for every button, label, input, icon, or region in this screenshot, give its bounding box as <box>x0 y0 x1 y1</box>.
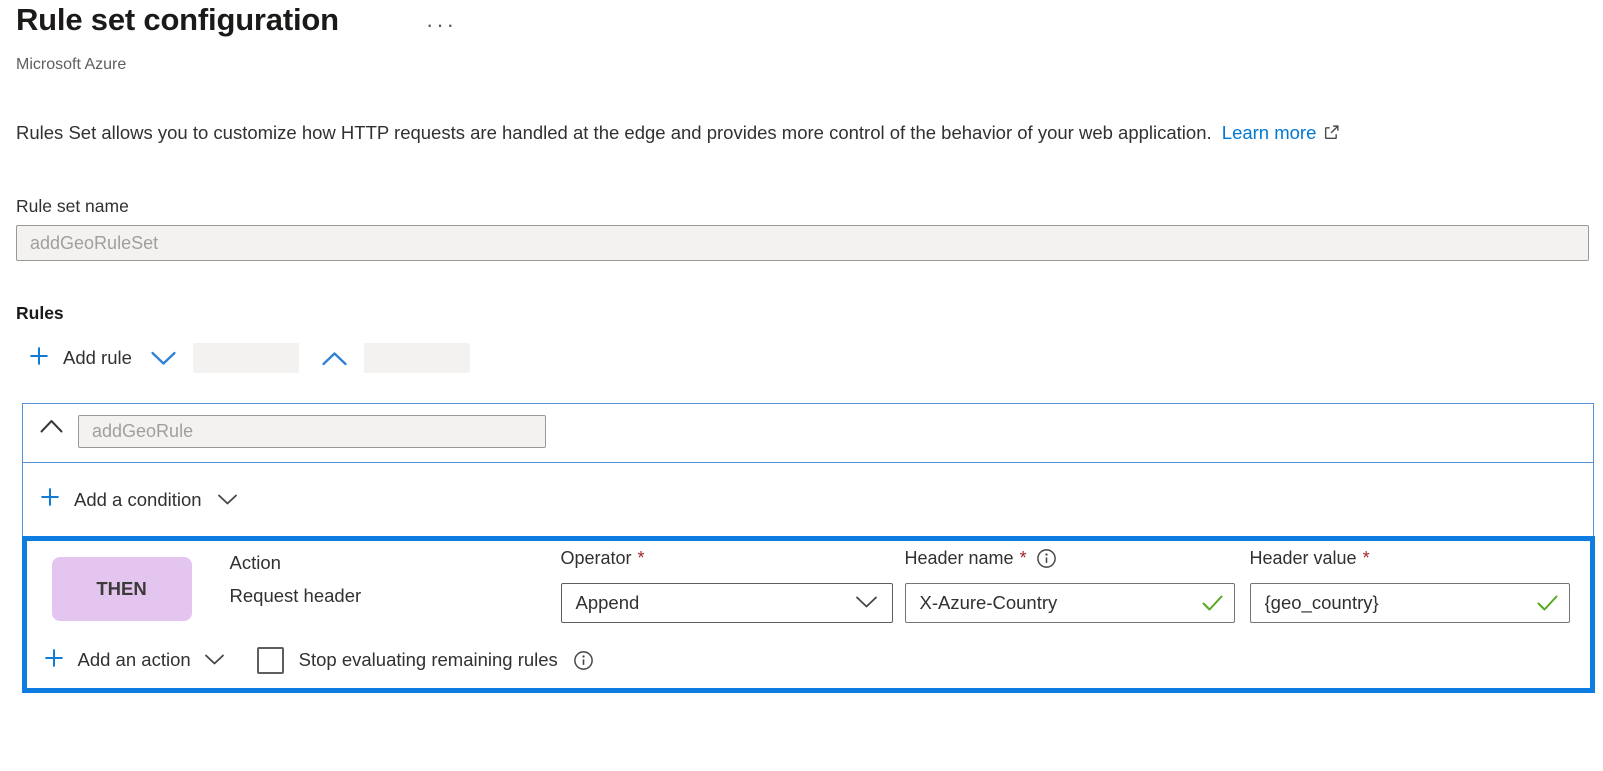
description-text: Rules Set allows you to customize how HT… <box>16 122 1340 146</box>
move-rule-down-placeholder <box>193 343 299 373</box>
rule-set-configuration-page: Rule set configuration ··· Microsoft Azu… <box>0 0 1603 771</box>
more-options-button[interactable]: ··· <box>418 10 465 40</box>
plus-icon <box>39 486 61 513</box>
add-rule-toolbar: Add rule <box>28 340 470 376</box>
add-condition-button[interactable]: Add a condition <box>39 486 202 513</box>
learn-more-link[interactable]: Learn more <box>1222 122 1341 143</box>
action-label: Action <box>230 546 362 579</box>
header-value-field-group: Header value * <box>1250 546 1570 623</box>
header-name-input[interactable] <box>905 583 1235 623</box>
then-badge: THEN <box>52 557 192 621</box>
move-rule-up-placeholder <box>364 343 470 373</box>
header-name-field-group: Header name * <box>905 546 1235 623</box>
plus-icon <box>43 647 65 674</box>
chevron-up-icon[interactable] <box>319 350 350 367</box>
page-title: Rule set configuration <box>16 2 339 38</box>
header-value-label: Header value * <box>1250 546 1570 571</box>
external-link-icon <box>1323 124 1340 145</box>
action-value: Request header <box>230 579 362 612</box>
required-marker: * <box>1020 548 1027 569</box>
add-action-button[interactable]: Add an action <box>43 647 191 674</box>
action-section-highlighted: THEN Action Request header Operator * Ap… <box>22 536 1595 693</box>
required-marker: * <box>638 548 645 569</box>
add-rule-button[interactable]: Add rule <box>28 345 132 372</box>
info-circle-icon[interactable] <box>1036 548 1057 569</box>
collapse-rule-chevron-up-icon[interactable] <box>37 418 66 434</box>
rules-section-label: Rules <box>16 303 64 324</box>
rule-card: Add a condition THEN Action Request head… <box>22 403 1594 693</box>
rule-name-input <box>78 415 546 448</box>
header-value-input[interactable] <box>1250 583 1570 623</box>
rule-set-name-label: Rule set name <box>16 196 129 217</box>
stop-evaluating-checkbox[interactable] <box>257 647 284 674</box>
info-circle-icon[interactable] <box>573 650 594 671</box>
stop-evaluating-label: Stop evaluating remaining rules <box>299 649 558 671</box>
chevron-down-icon[interactable] <box>217 489 238 511</box>
description-body: Rules Set allows you to customize how HT… <box>16 122 1212 143</box>
add-action-row: Add an action Stop evaluating remaining … <box>43 642 594 678</box>
operator-label: Operator * <box>561 546 893 571</box>
action-summary: Action Request header <box>230 546 362 612</box>
chevron-down-icon[interactable] <box>204 649 225 671</box>
chevron-down-icon[interactable] <box>148 350 179 367</box>
operator-dropdown[interactable]: Append <box>561 583 893 623</box>
rule-set-name-input <box>16 225 1589 261</box>
plus-icon <box>28 345 50 372</box>
required-marker: * <box>1363 548 1370 569</box>
chevron-down-icon <box>855 592 878 614</box>
header-name-label: Header name * <box>905 546 1235 571</box>
app-subtitle: Microsoft Azure <box>16 56 126 74</box>
operator-field-group: Operator * Append <box>561 546 893 623</box>
rule-header-row <box>23 404 1593 463</box>
add-condition-row: Add a condition <box>23 463 1593 536</box>
